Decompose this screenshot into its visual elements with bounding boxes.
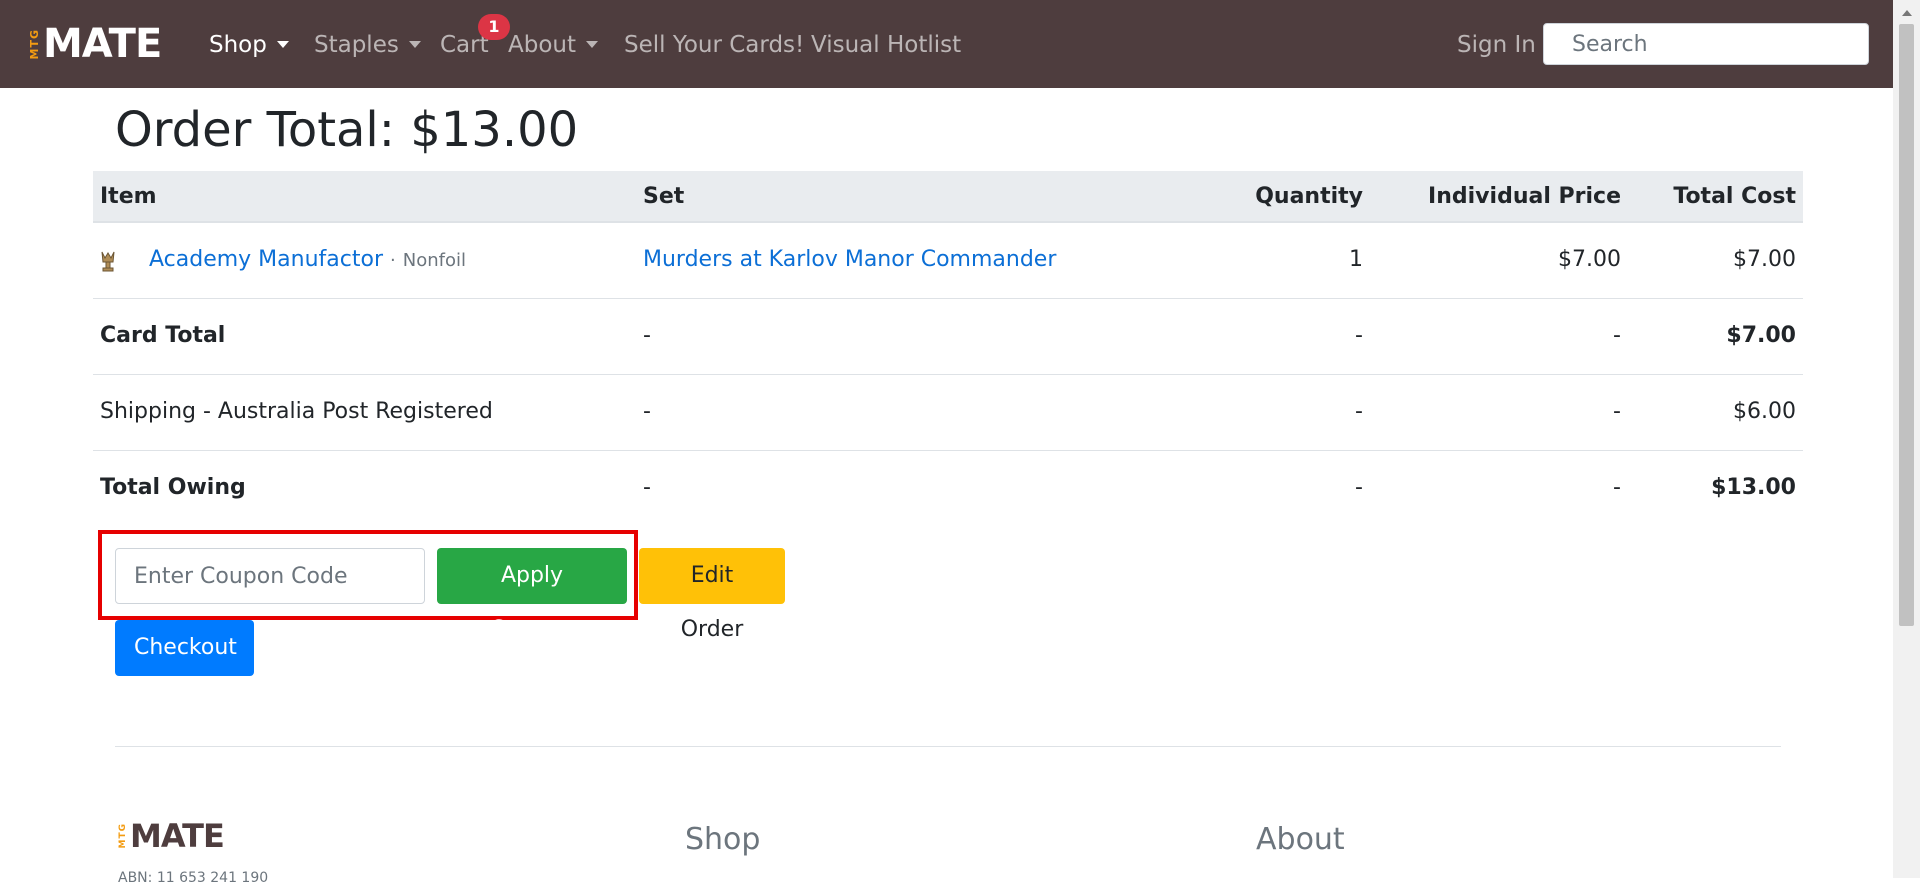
chevron-down-icon <box>586 41 599 48</box>
footer-logo[interactable]: MTG MATE <box>118 817 225 855</box>
card-total-quantity: - <box>1355 323 1363 348</box>
checkout-button[interactable]: Checkout <box>115 620 254 676</box>
total-owing-price: - <box>1613 475 1621 500</box>
item-set-link[interactable]: Murders at Karlov Manor Commander <box>643 245 1056 275</box>
shipping-set: - <box>643 399 651 424</box>
total-owing-row: Total Owing - - - $13.00 <box>93 451 1803 527</box>
apply-coupon-button[interactable]: Apply Coupon <box>437 548 627 642</box>
table-header-row: Item Set Quantity Individual Price Total… <box>93 171 1803 223</box>
page-title: Order Total: $13.00 <box>115 102 579 158</box>
cart-count-badge: 1 <box>478 14 510 40</box>
rarity-symbol-icon <box>101 251 115 272</box>
header-total-cost: Total Cost <box>1673 184 1796 209</box>
nav-shop-dropdown[interactable]: Shop <box>209 30 289 60</box>
coupon-code-input[interactable] <box>115 548 425 604</box>
logo-mtg-text: MTG <box>28 28 41 60</box>
scroll-up-arrow-icon[interactable] <box>1902 10 1912 16</box>
nav-visual-hotlist-link[interactable]: Visual Hotlist <box>811 30 961 60</box>
sign-in-link[interactable]: Sign In <box>1457 30 1536 60</box>
nav-about-dropdown[interactable]: About <box>508 30 599 60</box>
nav-staples-label: Staples <box>314 32 399 58</box>
shipping-value: $6.00 <box>1733 399 1796 424</box>
total-owing-set: - <box>643 475 651 500</box>
card-total-value: $7.00 <box>1726 323 1796 348</box>
item-total: $7.00 <box>1733 247 1796 272</box>
footer-abn: ABN: 11 653 241 190 <box>118 870 269 886</box>
shipping-price: - <box>1613 399 1621 424</box>
nav-shop-label: Shop <box>209 32 267 58</box>
item-name-link[interactable]: Academy Manufactor <box>149 247 383 272</box>
footer-about-heading: About <box>1256 822 1345 857</box>
footer-logo-word: MATE <box>130 817 225 855</box>
total-owing-value: $13.00 <box>1711 475 1796 500</box>
edit-order-button[interactable]: Edit Order <box>639 548 785 642</box>
header-quantity: Quantity <box>1255 184 1363 209</box>
logo-word: MATE <box>43 21 162 67</box>
table-row: Academy Manufactor · Nonfoil Murders at … <box>93 223 1803 299</box>
footer-logo-mtg-text: MTG <box>118 823 128 849</box>
card-total-set: - <box>643 323 651 348</box>
chevron-down-icon <box>408 41 421 48</box>
site-logo[interactable]: MTG MATE <box>28 21 162 67</box>
sign-in-label: Sign In <box>1457 32 1536 58</box>
total-owing-quantity: - <box>1355 475 1363 500</box>
header-set: Set <box>643 184 685 209</box>
chevron-down-icon <box>276 41 289 48</box>
nav-about-label: About <box>508 32 577 58</box>
order-table: Item Set Quantity Individual Price Total… <box>93 171 1803 527</box>
card-total-row: Card Total - - - $7.00 <box>93 299 1803 375</box>
item-quantity: 1 <box>1349 247 1363 272</box>
item-cell: Academy Manufactor · Nonfoil <box>149 245 466 276</box>
shipping-quantity: - <box>1355 399 1363 424</box>
header-individual-price: Individual Price <box>1428 184 1621 209</box>
item-finish: Nonfoil <box>402 250 466 271</box>
page-scrollbar[interactable] <box>1893 0 1920 878</box>
item-price: $7.00 <box>1558 247 1621 272</box>
nav-visual-hotlist-label: Visual Hotlist <box>811 32 962 58</box>
nav-staples-dropdown[interactable]: Staples <box>314 30 421 60</box>
footer-shop-heading: Shop <box>685 822 761 857</box>
footer-divider <box>115 746 1781 747</box>
header-item: Item <box>100 184 157 209</box>
navbar: MTG MATE Shop Staples Cart 1 About Sell … <box>0 0 1920 88</box>
search-input[interactable] <box>1543 23 1869 65</box>
shipping-row: Shipping - Australia Post Registered - -… <box>93 375 1803 451</box>
nav-sell-label: Sell Your Cards! <box>624 32 805 58</box>
card-total-price: - <box>1613 323 1621 348</box>
card-total-label: Card Total <box>100 323 226 348</box>
nav-sell-link[interactable]: Sell Your Cards! <box>624 30 804 60</box>
total-owing-label: Total Owing <box>100 475 246 500</box>
item-separator: · <box>390 250 396 271</box>
scrollbar-thumb[interactable] <box>1899 24 1914 626</box>
shipping-label: Shipping - Australia Post Registered <box>100 399 493 424</box>
